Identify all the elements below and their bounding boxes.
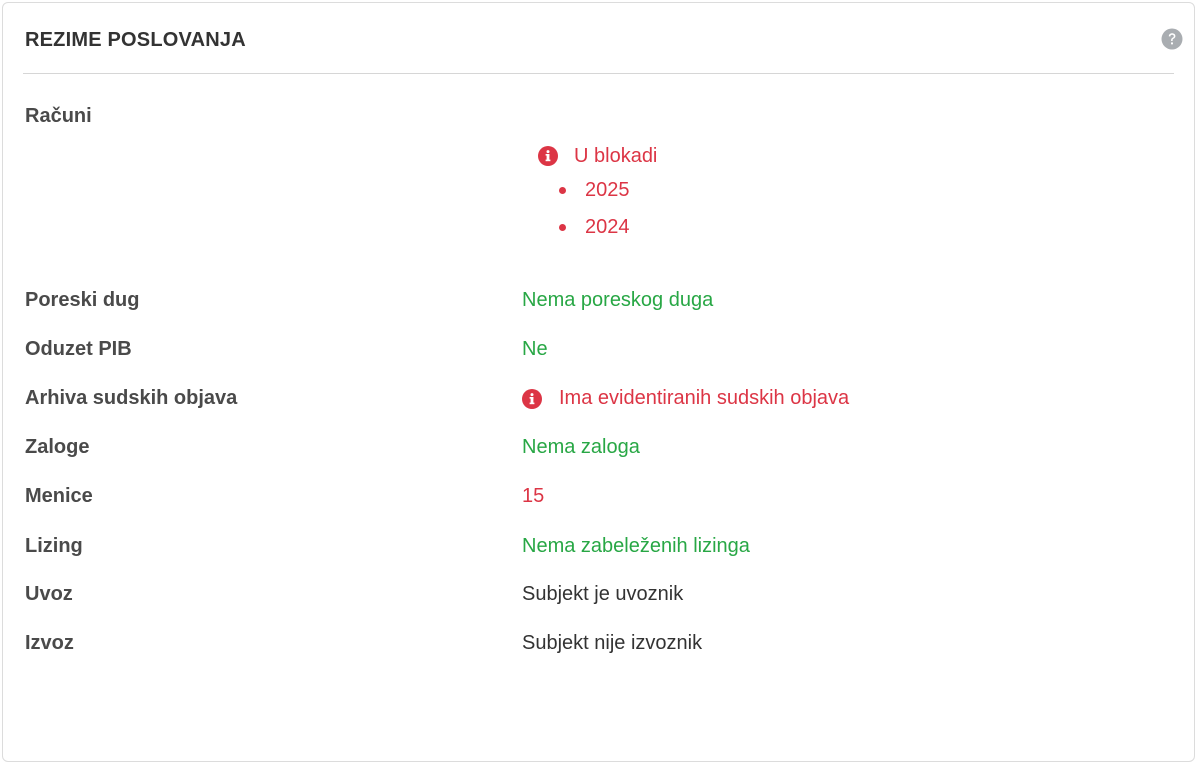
accounts-label: Računi <box>25 105 92 127</box>
panel-header: REZIME POSLOVANJA <box>23 3 1183 74</box>
import-label: Uvoz <box>25 583 73 605</box>
court-notices-text: Ima evidentiranih sudskih objava <box>559 387 850 409</box>
import-value: Subjekt je uvoznik <box>522 583 684 605</box>
export-label: Izvoz <box>25 632 74 654</box>
blockade-year: 2025 <box>585 179 630 201</box>
blockade-status-text: U blokadi <box>574 144 658 167</box>
business-summary-panel: REZIME POSLOVANJA Računi U blokadi 2025 <box>2 2 1195 762</box>
bullet-icon <box>559 224 566 231</box>
promissory-notes-label: Menice <box>25 485 93 507</box>
question-circle-icon[interactable] <box>1161 28 1183 50</box>
exclamation-circle-icon <box>538 146 558 166</box>
promissory-notes-value: 15 <box>522 485 545 507</box>
revoked-pib-label: Oduzet PIB <box>25 338 132 360</box>
tax-debt-label: Poreski dug <box>25 289 140 311</box>
blockade-year: 2024 <box>585 216 630 238</box>
revoked-pib-value: Ne <box>522 338 548 360</box>
blockade-years-list: 2025 2024 <box>538 177 657 251</box>
court-notices-label: Arhiva sudskih objava <box>25 387 238 409</box>
list-item: 2025 <box>538 177 657 214</box>
pledges-label: Zaloge <box>25 436 90 458</box>
panel-title: REZIME POSLOVANJA <box>25 29 246 51</box>
export-value: Subjekt nije izvoznik <box>522 632 703 654</box>
pledges-value: Nema zaloga <box>522 436 640 458</box>
court-notices-value: Ima evidentiranih sudskih objava <box>522 387 849 410</box>
bullet-icon <box>559 187 566 194</box>
leasing-value: Nema zabeleženih lizinga <box>522 535 750 557</box>
accounts-blockade-status: U blokadi 2025 2024 <box>538 143 657 251</box>
exclamation-circle-icon <box>522 388 542 409</box>
tax-debt-value: Nema poreskog duga <box>522 289 714 311</box>
list-item: 2024 <box>538 214 657 251</box>
leasing-label: Lizing <box>25 535 83 557</box>
